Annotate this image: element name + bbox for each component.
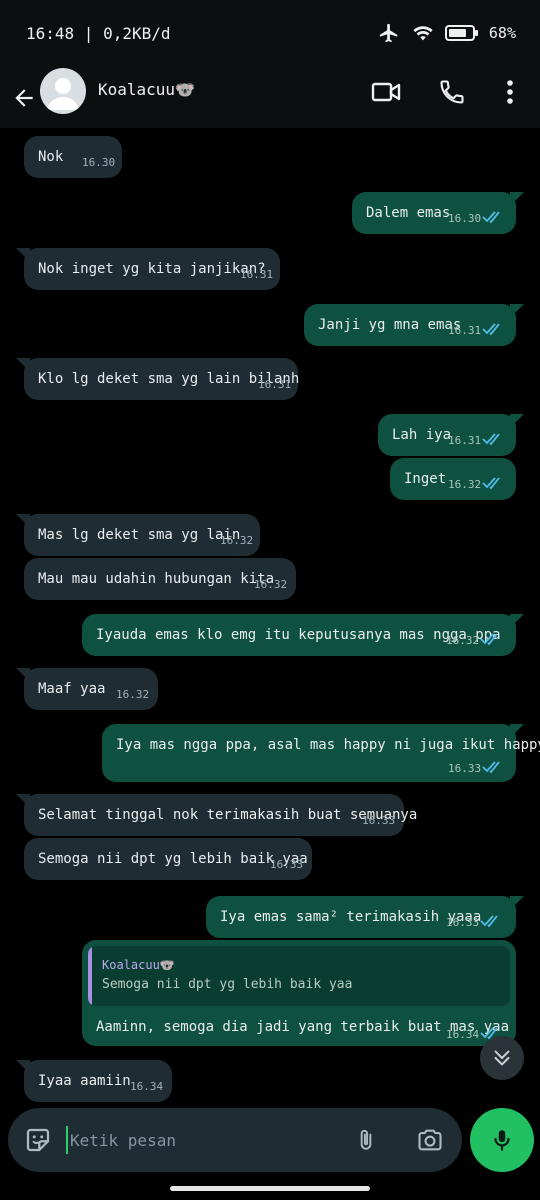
double-check-icon	[482, 211, 500, 224]
message-time: 16.31	[448, 434, 482, 447]
message-text: Iyaa aamiin	[38, 1073, 131, 1089]
message-time: 16.31	[448, 324, 482, 337]
paperclip-icon	[360, 1129, 372, 1150]
more-vertical-icon	[507, 80, 513, 104]
message-text: Janji yg mna emas	[318, 317, 462, 333]
quoted-author: Koalacuu🐨	[102, 958, 175, 972]
microphone-icon	[494, 1130, 510, 1151]
quote-accent-bar	[88, 946, 92, 1006]
message-text: Mau mau udahin hubungan kita	[38, 571, 275, 587]
message-text: Dalem emas	[366, 205, 451, 221]
phone-icon	[440, 80, 464, 104]
message-text: Nok	[38, 149, 64, 165]
message-incoming[interactable]: Semoga nii dpt yg lebih baik yaa 16.33	[24, 838, 312, 880]
message-time: 16.32	[220, 534, 254, 547]
double-check-icon	[482, 761, 500, 774]
quoted-text: Semoga nii dpt yg lebih baik yaa	[102, 977, 353, 992]
chat-header: Koalacuu🐨	[0, 68, 540, 128]
chevrons-down-icon	[494, 1050, 510, 1066]
message-text: Lah iya	[392, 427, 452, 443]
home-indicator[interactable]	[170, 1186, 370, 1191]
message-time: 16.31	[240, 268, 274, 281]
more-options-button[interactable]	[492, 74, 528, 110]
message-text: Semoga nii dpt yg lebih baik yaa	[38, 851, 308, 867]
message-outgoing-reply[interactable]: Koalacuu🐨 Semoga nii dpt yg lebih baik y…	[82, 940, 516, 1046]
message-incoming[interactable]: Iyaa aamiin 16.34	[24, 1060, 172, 1102]
message-text: Inget	[404, 471, 447, 487]
message-time: 16.30	[448, 212, 482, 225]
message-outgoing[interactable]: Iya mas ngga ppa, asal mas happy ni juga…	[102, 724, 540, 782]
message-list[interactable]: Nok 16.30 Dalem emas 16.30 Nok inget yg …	[0, 128, 540, 1106]
scroll-to-bottom-button[interactable]	[480, 1036, 524, 1080]
message-input[interactable]	[66, 1126, 336, 1154]
message-time: 16.31	[258, 378, 292, 391]
message-time: 16.34	[446, 1028, 480, 1041]
battery-percent: 68%	[488, 24, 516, 42]
camera-button[interactable]	[412, 1122, 448, 1158]
message-incoming[interactable]: Mau mau udahin hubungan kita 16.32	[24, 558, 296, 600]
message-incoming[interactable]: Selamat tinggal nok terimakasih buat sem…	[24, 794, 417, 836]
message-time: 16.33	[448, 762, 482, 775]
message-time: 16.30	[82, 156, 116, 169]
message-time: 16.33	[270, 858, 304, 871]
message-time: 16.33	[446, 916, 480, 929]
message-time: 16.32	[254, 578, 288, 591]
message-time: 16.32	[446, 634, 480, 647]
back-button[interactable]	[8, 76, 40, 120]
message-text: Maaf yaa	[38, 681, 106, 697]
battery-icon	[444, 24, 479, 42]
message-composer	[8, 1108, 462, 1172]
message-incoming[interactable]: Nok 16.30	[24, 136, 122, 178]
wifi-icon	[411, 22, 435, 44]
arrow-left-icon	[15, 89, 33, 107]
sticker-icon	[26, 1128, 50, 1152]
message-incoming[interactable]: Nok inget yg kita janjikan? 16.31	[24, 248, 280, 290]
status-bar: 16:48 | 0,2KB/d 68%	[0, 0, 540, 68]
message-incoming[interactable]: Klo lg deket sma yg lain bilanh 16.31	[24, 358, 299, 400]
message-time: 16.34	[130, 1080, 164, 1093]
message-time: 16.32	[448, 478, 482, 491]
video-call-icon	[371, 82, 401, 102]
message-incoming[interactable]: Mas lg deket sma yg lain 16.32	[24, 514, 260, 556]
message-text: Iya mas ngga ppa, asal mas happy ni juga…	[116, 737, 540, 753]
double-check-icon	[482, 323, 500, 336]
attach-button[interactable]	[348, 1122, 384, 1158]
video-call-button[interactable]	[368, 74, 404, 110]
quoted-message[interactable]: Koalacuu🐨 Semoga nii dpt yg lebih baik y…	[88, 946, 510, 1006]
sticker-button[interactable]	[20, 1122, 56, 1158]
voice-message-button[interactable]	[470, 1108, 534, 1172]
message-time: 16.32	[116, 688, 150, 701]
double-check-icon	[480, 915, 498, 928]
message-text: Selamat tinggal nok terimakasih buat sem…	[38, 807, 418, 823]
message-outgoing[interactable]: Iyauda emas klo emg itu keputusanya mas …	[82, 614, 516, 656]
camera-icon	[418, 1129, 442, 1151]
message-incoming[interactable]: Maaf yaa 16.32	[24, 668, 158, 710]
message-text: Mas lg deket sma yg lain	[38, 527, 241, 543]
message-outgoing[interactable]: Dalem emas 16.30	[352, 192, 516, 234]
message-outgoing[interactable]: Lah iya 16.31	[378, 414, 516, 456]
status-icons: 68%	[377, 22, 516, 44]
status-time: 16:48 | 0,2KB/d	[26, 24, 171, 43]
message-text: Nok inget yg kita janjikan?	[38, 261, 266, 277]
double-check-icon	[482, 433, 500, 446]
default-avatar-icon	[47, 78, 79, 110]
double-check-icon	[482, 477, 500, 490]
message-text: Iya emas sama² terimakasih yaaa	[220, 909, 482, 925]
avatar[interactable]	[40, 68, 86, 114]
message-outgoing[interactable]: Janji yg mna emas 16.31	[304, 304, 516, 346]
message-outgoing[interactable]: Iya emas sama² terimakasih yaaa 16.33	[206, 896, 516, 938]
double-check-icon	[480, 633, 498, 646]
airplane-mode-icon	[377, 22, 401, 44]
message-outgoing[interactable]: Inget 16.32	[390, 458, 516, 500]
message-time: 16.33	[362, 814, 396, 827]
voice-call-button[interactable]	[434, 74, 470, 110]
contact-name[interactable]: Koalacuu🐨	[98, 80, 195, 99]
message-text: Iyauda emas klo emg itu keputusanya mas …	[96, 627, 501, 643]
